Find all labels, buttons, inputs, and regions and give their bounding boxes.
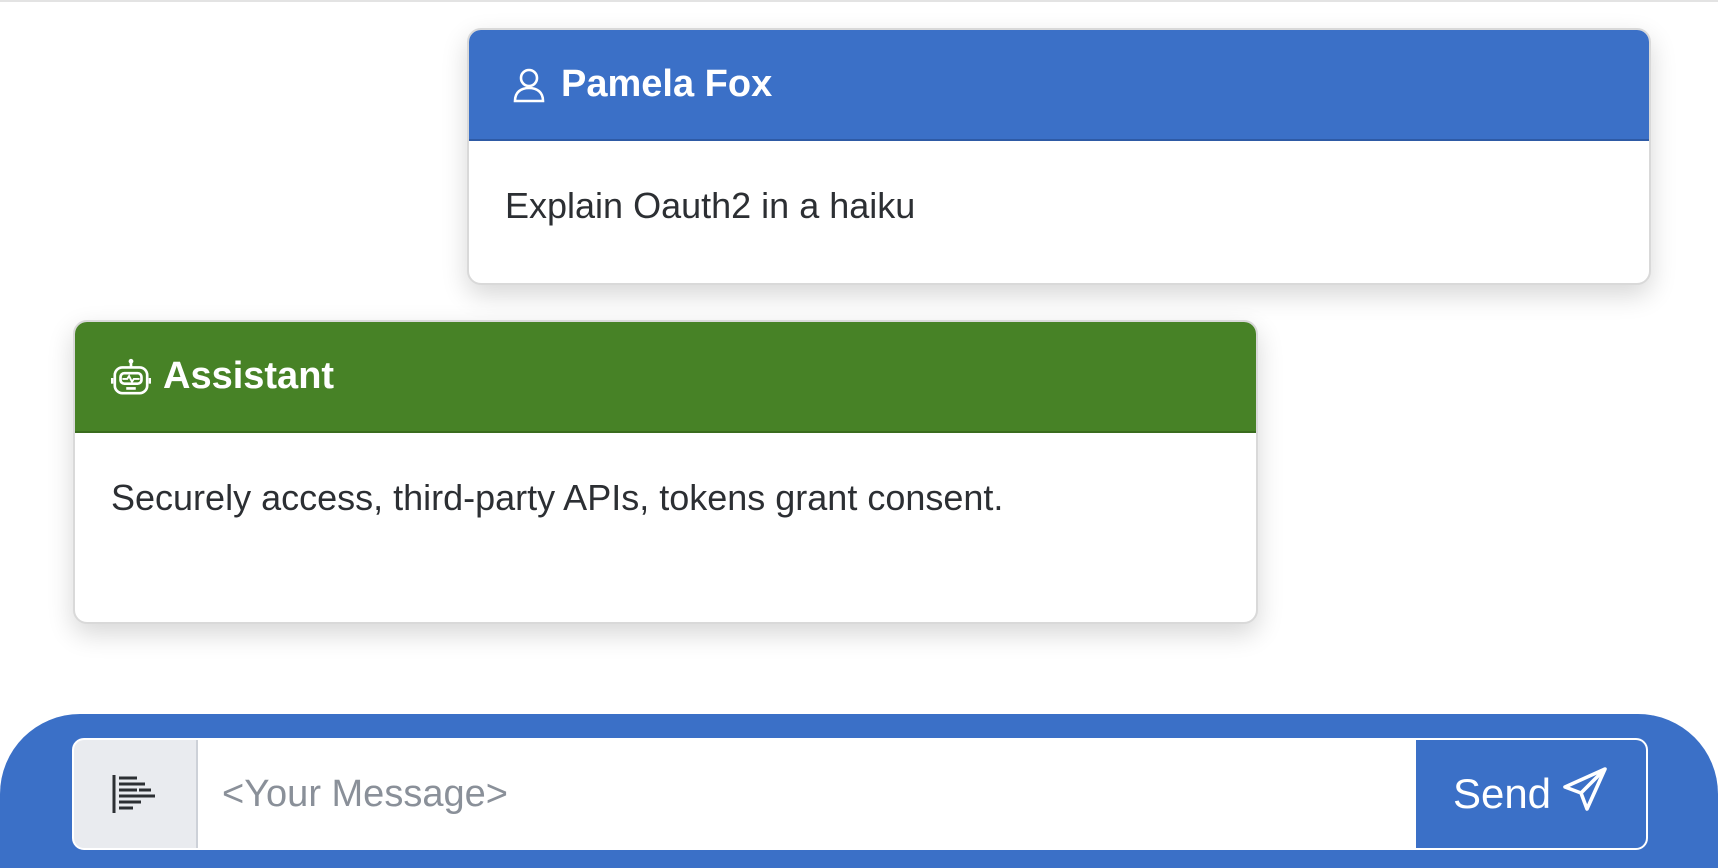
assistant-name: Assistant <box>163 355 335 397</box>
user-message-text: Explain Oauth2 in a haiku <box>505 185 916 226</box>
message-input[interactable] <box>198 740 1414 848</box>
user-message-header: Pamela Fox <box>469 30 1649 141</box>
assistant-message-text: Securely access, third-party APIs, token… <box>111 477 1004 518</box>
composer-bar: Send <box>0 714 1718 868</box>
assistant-message-card: Assistant Securely access, third-party A… <box>73 320 1258 624</box>
send-label: Send <box>1452 770 1552 817</box>
text-lines-icon <box>74 740 198 848</box>
user-name: Pamela Fox <box>561 63 773 105</box>
assistant-message-header: Assistant <box>75 322 1256 433</box>
paper-plane-icon <box>1561 765 1609 823</box>
robot-icon <box>111 357 151 397</box>
person-icon <box>509 65 549 105</box>
chat-page: Pamela Fox Explain Oauth2 in a haiku Ass… <box>0 0 1718 868</box>
composer-input-group: Send <box>72 738 1648 850</box>
send-button[interactable]: Send <box>1414 740 1646 848</box>
user-message-card: Pamela Fox Explain Oauth2 in a haiku <box>467 28 1651 285</box>
